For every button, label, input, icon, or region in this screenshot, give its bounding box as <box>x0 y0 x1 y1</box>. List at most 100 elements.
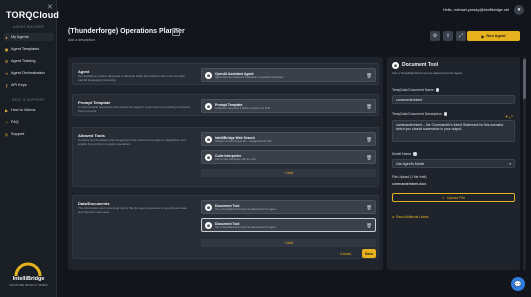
section-description: A customizable framework that guides the… <box>78 105 190 113</box>
document-description-textarea[interactable]: commanderintent – the Commander's Intent… <box>392 120 515 142</box>
expand-button[interactable]: ⤢ <box>456 31 466 41</box>
uploaded-file-name: commanderintent.docx <box>392 182 427 186</box>
card-title: Document Tool <box>215 203 240 208</box>
sidebar-item-label: My Agents <box>11 35 29 39</box>
trash-icon[interactable]: 🗑 <box>366 104 372 110</box>
settings-button[interactable]: ⚙ <box>430 31 440 41</box>
edit-title-icon[interactable]: ✎ <box>172 28 180 36</box>
bot-icon: ● <box>5 34 8 40</box>
brand-logo[interactable]: TORQCloud <box>6 10 59 20</box>
openai-icon: ⊛ <box>205 72 212 79</box>
document-tool-icon: ⊛ <box>205 204 212 211</box>
agent-config-panel: Agent Our intelligent models designed to… <box>68 57 383 270</box>
section-agent: Agent Our intelligent models designed to… <box>72 63 379 85</box>
document-tool-icon: ⊛ <box>392 62 399 69</box>
user-greeting: Hello, michael.yansky@intellibridge.net <box>442 8 509 12</box>
cancel-button[interactable]: Cancel <box>340 252 351 256</box>
run-agent-button[interactable]: ▶ Run Agent <box>467 31 520 41</box>
app-root: ✕ TORQCloud AGENT BUILDER ● My Agents ▣ … <box>0 0 531 297</box>
magic-wand-icon[interactable]: ✦ <box>505 114 508 119</box>
tool-card-web-search[interactable]: ⊛ IntelliBridge Web Search Wrapper aroun… <box>201 132 376 146</box>
intellibridge-logo-icon <box>14 262 42 276</box>
chevron-down-icon: ▾ <box>509 162 511 166</box>
info-icon[interactable] <box>435 88 440 92</box>
sidebar-item-support[interactable]: ◎ Support <box>4 130 54 138</box>
card-title: Code Interpreter <box>215 153 242 158</box>
card-title: Prompt Template <box>215 102 243 107</box>
model-label-text: Model Name <box>392 152 412 156</box>
document-card-selected[interactable]: ⊛ Document Tool Use a TempData Document … <box>201 218 376 232</box>
trash-icon[interactable]: 🗑 <box>366 73 372 79</box>
sidebar-item-faq[interactable]: ? FAQ <box>4 118 54 126</box>
section-prompt-template: Prompt Template A customizable framework… <box>72 94 379 116</box>
card-title: OpenAI Assistant Agent <box>215 71 254 76</box>
save-button[interactable]: Save <box>362 249 376 258</box>
sidebar-item-agent-orchestration[interactable]: ⋖ Agent Orchestration <box>4 69 54 77</box>
model-select[interactable]: Use Agent's Model ▾ <box>392 159 515 168</box>
card-subtitle: Schema to represent a basic prompt for a… <box>215 107 270 110</box>
plus-icon: ⊕ <box>392 215 395 219</box>
chat-button[interactable]: 💬 <box>511 277 525 291</box>
sidebar-item-label: How to Videos <box>11 108 36 112</box>
run-agent-label: Run Agent <box>486 34 506 38</box>
top-bar: Hello, michael.yansky@intellibridge.net … <box>57 0 531 22</box>
document-tool-icon: ⊛ <box>205 222 212 229</box>
tool-card-code-interpreter[interactable]: ⊛ Code Interpreter Use a code interprete… <box>201 150 376 164</box>
trash-icon[interactable]: 🗑 <box>366 155 372 161</box>
section-description: Auxiliary functionalities and integratio… <box>78 138 186 146</box>
orchestration-icon: ⋖ <box>4 70 9 76</box>
user-avatar-icon[interactable]: ● <box>514 5 524 15</box>
document-card[interactable]: ⊛ Document Tool Use a TempData Document … <box>201 200 376 214</box>
textarea-actions: ✦ ⤢ <box>505 114 523 119</box>
sidebar-item-agent-training[interactable]: ⚙ Agent Training <box>4 57 54 65</box>
scrollbar[interactable] <box>523 57 526 270</box>
trash-icon[interactable]: 🗑 <box>366 205 372 211</box>
sidebar-item-label: Agent Training <box>11 59 36 63</box>
sidebar-item-my-agents[interactable]: ● My Agents <box>4 33 54 41</box>
add-document-button[interactable]: + Add <box>201 239 376 247</box>
scrollbar-thumb[interactable] <box>523 59 526 99</box>
card-subtitle: Use a TempData Document as allowed tool … <box>215 208 276 211</box>
card-subtitle: Wrapper around Serper.dev - Google Searc… <box>215 140 272 143</box>
training-icon: ⚙ <box>4 58 9 64</box>
info-icon[interactable] <box>443 112 448 116</box>
sidebar-item-label: Agent Orchestration <box>11 71 45 75</box>
logo-tagline: SIGNATURE PRODUCT SERIES <box>9 284 48 287</box>
card-subtitle: Use a TempData Document as allowed tool … <box>215 226 276 229</box>
section-description: Our intelligent models designed to allev… <box>78 74 185 82</box>
card-title: Document Tool <box>215 221 240 226</box>
expand-textarea-icon[interactable]: ⤢ <box>509 114 512 119</box>
sidebar-item-how-to-videos[interactable]: ▶ How to Videos <box>4 106 54 114</box>
sidebar-section-help-support: HELP & SUPPORT <box>11 98 46 102</box>
card-subtitle: Use a code interpreter with an LLM <box>215 158 256 161</box>
model-field-label: Model Name <box>392 152 417 156</box>
add-tool-button[interactable]: + Add <box>201 169 376 177</box>
play-icon: ▶ <box>481 34 485 39</box>
template-icon: ▣ <box>4 46 9 52</box>
export-button[interactable]: ⇪ <box>443 31 453 41</box>
agent-card[interactable]: ⊛ OpenAI Assistant Agent Agent that uses… <box>201 68 376 82</box>
additional-labels-text: Show Additional Labels <box>395 215 429 219</box>
upload-file-button[interactable]: ⇧ Upload File <box>392 193 515 202</box>
trash-icon[interactable]: 🗑 <box>366 223 372 229</box>
add-description-link[interactable]: Add a description <box>68 38 95 42</box>
name-label-text: TempData Document Name <box>392 88 434 92</box>
panel-title: Document Tool <box>402 62 439 68</box>
model-select-value: Use Agent's Model <box>396 162 425 166</box>
document-name-input[interactable]: commanderintent <box>392 95 515 104</box>
info-icon[interactable] <box>413 152 417 156</box>
trash-icon[interactable]: 🗑 <box>366 137 372 143</box>
sidebar-item-label: Support <box>11 132 25 136</box>
document-tool-panel: ⊛ Document Tool Use a TempData Document … <box>387 57 520 270</box>
faq-icon: ? <box>5 119 8 125</box>
card-subtitle: Agent that uses OpenAI's Assistants to g… <box>215 76 284 79</box>
code-tool-icon: ⊛ <box>205 154 212 161</box>
show-additional-labels-link[interactable]: ⊕ Show Additional Labels <box>392 215 429 219</box>
export-icon: ⇪ <box>445 33 451 39</box>
prompt-template-card[interactable]: ⊛ Prompt Template Schema to represent a … <box>201 99 376 113</box>
gear-icon: ⚙ <box>432 33 438 39</box>
card-title: IntelliBridge Web Search <box>215 135 255 140</box>
sidebar-item-api-keys[interactable]: ⚷ API Keys <box>4 81 54 89</box>
panel-subtitle: Use a TempData Document as allowed tool … <box>392 71 463 75</box>
sidebar-item-agent-templates[interactable]: ▣ Agent Templates <box>4 45 54 53</box>
